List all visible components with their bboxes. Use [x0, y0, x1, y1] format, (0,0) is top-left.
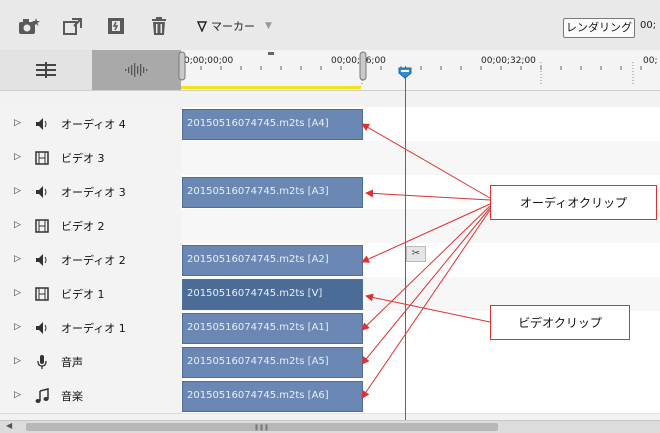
- audio-clip[interactable]: 20150516074745.m2ts [A5]: [182, 347, 363, 378]
- expand-triangle-icon[interactable]: ▷: [14, 118, 21, 128]
- track-list-button[interactable]: [0, 50, 92, 90]
- render-button[interactable]: レンダリング: [563, 18, 635, 38]
- microphone-icon[interactable]: [34, 353, 50, 371]
- scene-detect-icon[interactable]: [104, 15, 128, 37]
- video-clip[interactable]: 20150516074745.m2ts [V]: [182, 279, 363, 310]
- track-list-icon: [36, 62, 56, 78]
- scissors-icon[interactable]: ✂: [406, 246, 426, 262]
- track-header: ▷ 音声: [0, 345, 181, 380]
- track-row: ▷ 音声 20150516074745.m2ts [A5]: [0, 345, 660, 380]
- timecode-display: 00;: [640, 20, 657, 31]
- track-header: ▷ オーディオ 2: [0, 243, 181, 278]
- audio-clip[interactable]: 20150516074745.m2ts [A2]: [182, 245, 363, 276]
- ruler-label-0: 0;00;00;00: [184, 56, 234, 66]
- track-name: 音声: [61, 356, 83, 369]
- track-header: ▷ ビデオ 1: [0, 277, 181, 312]
- work-area-start-handle[interactable]: [178, 50, 186, 82]
- track-name: ビデオ 3: [61, 152, 105, 165]
- speaker-icon[interactable]: [34, 251, 50, 269]
- track-row: ▷ オーディオ 2 20150516074745.m2ts [A2]: [0, 243, 660, 278]
- grip-icon: ❚❚❚: [254, 424, 270, 431]
- work-area-bar[interactable]: [181, 86, 361, 89]
- playhead-handle[interactable]: [398, 67, 412, 79]
- speaker-icon[interactable]: [34, 319, 50, 337]
- export-clip-icon[interactable]: [61, 15, 85, 37]
- marker-dropdown[interactable]: マーカー ▼: [197, 17, 272, 35]
- audio-clip-callout: オーディオクリップ: [490, 185, 657, 220]
- timeline-tracks: ▷ オーディオ 4 20150516074745.m2ts [A4] ▷ ビデオ…: [0, 90, 660, 420]
- track-name: オーディオ 4: [61, 118, 126, 131]
- expand-triangle-icon[interactable]: ▷: [14, 254, 21, 264]
- audio-clip[interactable]: 20150516074745.m2ts [A6]: [182, 381, 363, 412]
- track-name: オーディオ 3: [61, 186, 126, 199]
- scroll-left-icon[interactable]: ◀: [6, 421, 12, 430]
- marker-icon: [197, 20, 207, 32]
- audio-clip[interactable]: 20150516074745.m2ts [A4]: [182, 109, 363, 140]
- audio-waveform-button[interactable]: [92, 50, 181, 90]
- expand-triangle-icon[interactable]: ▷: [14, 356, 21, 366]
- track-row: ▷ 音楽 20150516074745.m2ts [A6]: [0, 379, 660, 414]
- track-header: ▷ ビデオ 3: [0, 141, 181, 176]
- video-clip-callout: ビデオクリップ: [490, 305, 630, 340]
- track-header-controls: [0, 50, 181, 91]
- expand-triangle-icon[interactable]: ▷: [14, 322, 21, 332]
- expand-triangle-icon[interactable]: ▷: [14, 152, 21, 162]
- playhead-line[interactable]: [405, 66, 406, 420]
- track-header: ▷ オーディオ 3: [0, 175, 181, 210]
- work-area-end-handle[interactable]: [359, 50, 367, 82]
- track-header: ▷ 音楽: [0, 379, 181, 414]
- timeline-ruler[interactable]: 0;00;00;00 00;00;16;00 00;00;32;00 00;: [178, 50, 660, 91]
- track-name: 音楽: [61, 390, 83, 403]
- marker-label: マーカー: [211, 20, 255, 33]
- expand-triangle-icon[interactable]: ▷: [14, 288, 21, 298]
- speaker-icon[interactable]: [34, 183, 50, 201]
- track-lane[interactable]: 20150516074745.m2ts [A6]: [181, 379, 660, 414]
- audio-clip[interactable]: 20150516074745.m2ts [A1]: [182, 313, 363, 344]
- speaker-icon[interactable]: [34, 115, 50, 133]
- expand-triangle-icon[interactable]: ▷: [14, 220, 21, 230]
- ruler-label-3: 00;: [643, 56, 658, 66]
- music-note-icon[interactable]: [34, 387, 50, 405]
- track-header: ▷ ビデオ 2: [0, 209, 181, 244]
- track-header: ▷ オーディオ 1: [0, 311, 181, 346]
- track-name: ビデオ 2: [61, 220, 105, 233]
- camera-snapshot-icon[interactable]: [17, 15, 41, 37]
- track-name: オーディオ 2: [61, 254, 126, 267]
- trash-icon[interactable]: [147, 15, 171, 37]
- ruler-label-2: 00;00;32;00: [481, 56, 536, 66]
- track-row: ▷ ビデオ 3: [0, 141, 660, 176]
- film-icon[interactable]: [34, 285, 50, 303]
- track-row: ▷ オーディオ 4 20150516074745.m2ts [A4]: [0, 107, 660, 142]
- track-lane[interactable]: 20150516074745.m2ts [A5]: [181, 345, 660, 380]
- film-icon[interactable]: [34, 217, 50, 235]
- track-lane[interactable]: 20150516074745.m2ts [A4]: [181, 107, 660, 142]
- horizontal-scrollbar[interactable]: ◀ ❚❚❚: [0, 420, 660, 433]
- waveform-icon: [124, 63, 147, 77]
- track-lane[interactable]: [181, 141, 660, 176]
- track-name: ビデオ 1: [61, 288, 105, 301]
- toolbar: マーカー ▼ レンダリング 00;: [0, 0, 660, 51]
- audio-clip[interactable]: 20150516074745.m2ts [A3]: [182, 177, 363, 208]
- track-header: ▷ オーディオ 4: [0, 107, 181, 142]
- chevron-down-icon: ▼: [265, 21, 272, 31]
- track-name: オーディオ 1: [61, 322, 126, 335]
- film-icon[interactable]: [34, 149, 50, 167]
- expand-triangle-icon[interactable]: ▷: [14, 390, 21, 400]
- expand-triangle-icon[interactable]: ▷: [14, 186, 21, 196]
